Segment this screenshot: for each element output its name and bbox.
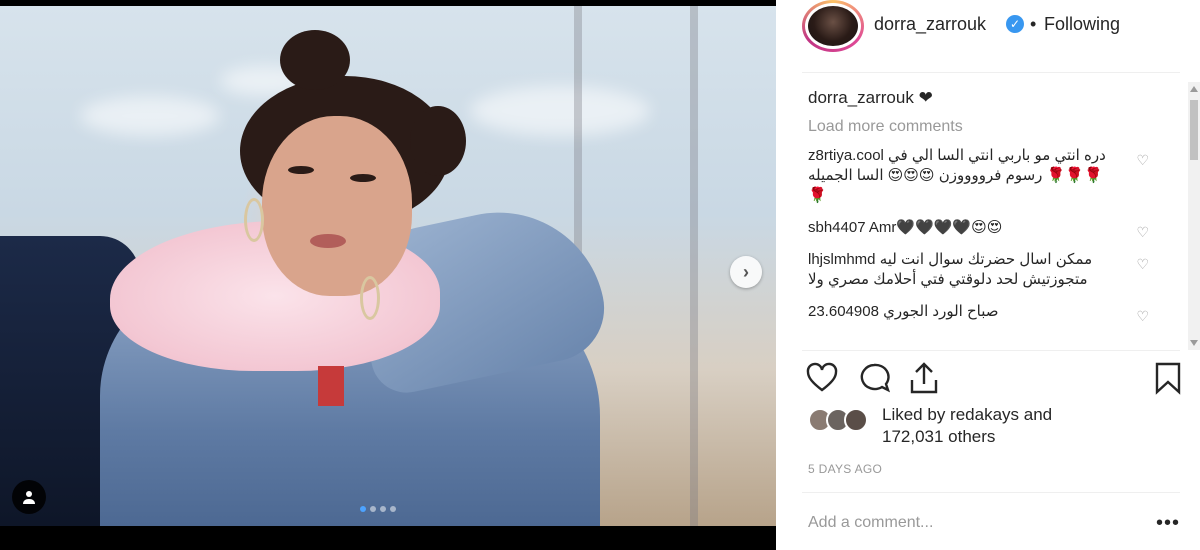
avatar-image: [808, 6, 858, 46]
red-shirt: [318, 366, 344, 406]
liked-by-text[interactable]: Liked by redakays and 172,031 others: [882, 404, 1052, 448]
header-username[interactable]: dorra_zarrouk: [874, 14, 986, 35]
likes-summary: Liked by redakays and 172,031 others: [808, 404, 1168, 454]
lips: [310, 234, 346, 248]
divider: [802, 492, 1180, 493]
caption-username[interactable]: dorra_zarrouk: [808, 88, 914, 107]
verified-icon: ✓: [1006, 15, 1024, 33]
face: [262, 116, 412, 296]
scroll-down-icon[interactable]: [1190, 340, 1198, 346]
hair-bun-right: [410, 106, 466, 176]
comment: z8rtiya.cool دره انتي مو باربي انتي السا…: [808, 146, 1153, 206]
following-button[interactable]: Following: [1044, 14, 1120, 35]
avatar[interactable]: [802, 0, 864, 52]
comment-icon[interactable]: [856, 360, 892, 396]
hair-bun-left: [280, 30, 350, 90]
share-icon[interactable]: [906, 360, 942, 396]
comment-heart-icon[interactable]: ♡: [1136, 150, 1149, 170]
more-options-icon[interactable]: •••: [1156, 512, 1180, 535]
bookmark-icon[interactable]: [1150, 360, 1186, 396]
user-tag-icon[interactable]: [12, 480, 46, 514]
eye-right: [350, 174, 376, 182]
load-more-comments-button[interactable]: Load more comments: [808, 118, 1153, 136]
cloud: [80, 96, 220, 136]
liked-by-line2: 172,031 others: [882, 427, 996, 446]
post-sidebar: dorra_zarrouk ✓ • Following dorra_zarrou…: [776, 0, 1200, 550]
comments-list: dorra_zarrouk ❤ Load more comments z8rti…: [808, 88, 1153, 348]
caption: dorra_zarrouk ❤: [808, 88, 1153, 108]
background-pole: [690, 6, 698, 526]
comment-heart-icon[interactable]: ♡: [1136, 222, 1149, 242]
comment-heart-icon[interactable]: ♡: [1136, 306, 1149, 326]
caption-text: ❤: [918, 88, 933, 107]
liked-by-line1: Liked by redakays and: [882, 405, 1053, 424]
carousel-dots: [360, 506, 396, 512]
scroll-up-icon[interactable]: [1190, 86, 1198, 92]
earring: [244, 198, 264, 242]
scrollbar-thumb[interactable]: [1190, 100, 1198, 160]
comments-scrollbar[interactable]: [1188, 82, 1200, 350]
comment-username[interactable]: lhjslmhmd: [808, 251, 876, 268]
comment: lhjslmhmd ممكن اسال حضرتك سوال انت ليه م…: [808, 250, 1153, 290]
comment-username[interactable]: z8rtiya.cool: [808, 147, 884, 164]
earring: [360, 276, 380, 320]
comment-text: صباح الورد الجوري: [883, 303, 999, 320]
carousel-dot: [360, 506, 366, 512]
post-header: dorra_zarrouk ✓ • Following: [776, 0, 1200, 60]
post-timestamp[interactable]: 5 DAYS AGO: [808, 462, 882, 476]
cloud: [470, 86, 650, 136]
next-arrow-icon[interactable]: ›: [730, 256, 762, 288]
heart-icon[interactable]: [804, 360, 840, 396]
carousel-dot: [380, 506, 386, 512]
eye-left: [288, 166, 314, 174]
add-comment-input[interactable]: Add a comment...: [808, 514, 933, 532]
comment-username[interactable]: 23.604908: [808, 303, 879, 320]
carousel-dot: [390, 506, 396, 512]
liker-avatar[interactable]: [844, 408, 868, 432]
person-icon: [23, 491, 35, 504]
post-actions: [804, 360, 1184, 400]
divider: [802, 350, 1180, 351]
comment: 23.604908 صباح الورد الجوري ♡: [808, 302, 1153, 324]
post-image[interactable]: ›: [0, 6, 776, 526]
comment-heart-icon[interactable]: ♡: [1136, 254, 1149, 274]
divider: [802, 72, 1180, 73]
comment: sbh4407 Amr🖤🖤🖤🖤😍😍 ♡: [808, 218, 1153, 240]
comment-text: Amr🖤🖤🖤🖤😍😍: [868, 219, 1003, 236]
comment-username[interactable]: sbh4407: [808, 219, 866, 236]
carousel-dot: [370, 506, 376, 512]
separator-dot: •: [1030, 14, 1037, 34]
